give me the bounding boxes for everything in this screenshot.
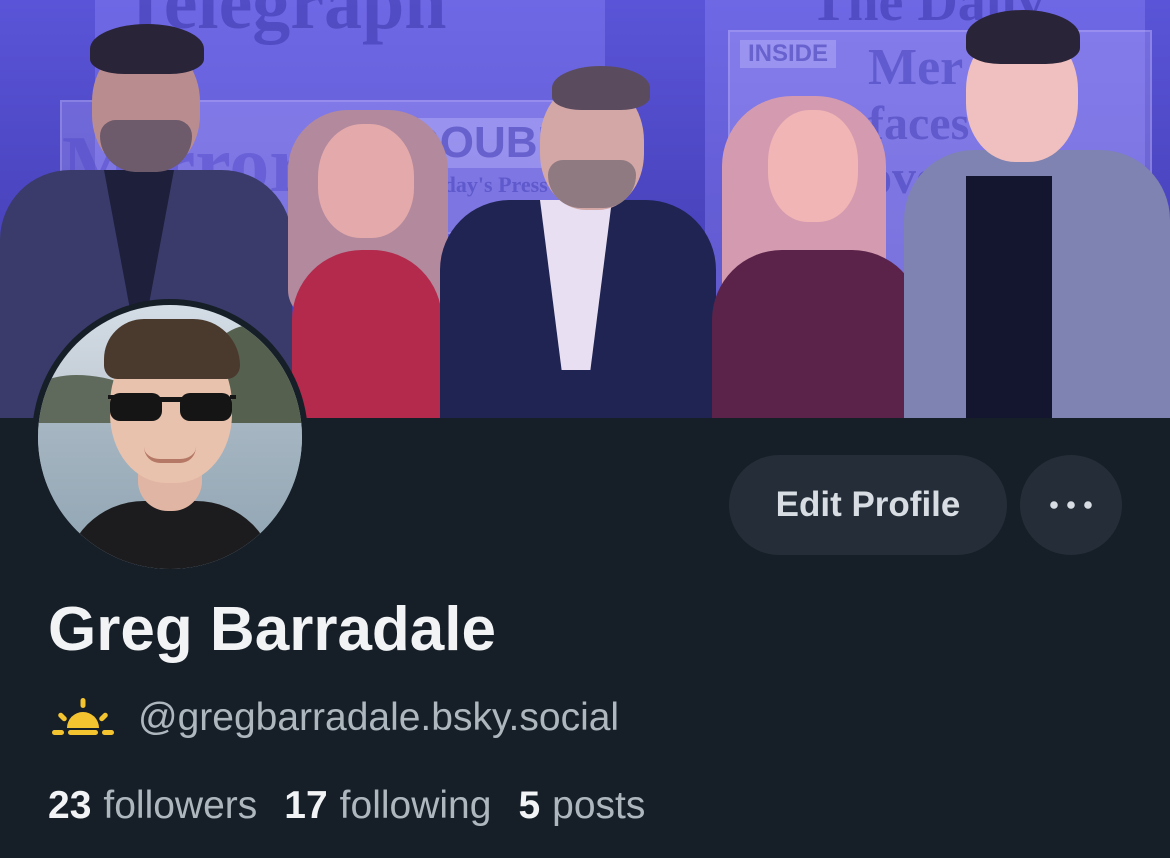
profile-handle: @gregbarradale.bsky.social <box>138 696 620 739</box>
followers-label: followers <box>103 784 258 827</box>
following-count: 17 <box>284 784 328 827</box>
following-stat[interactable]: 17 following <box>284 784 491 828</box>
more-horizontal-icon <box>1050 501 1092 509</box>
posts-label: posts <box>552 784 646 827</box>
sunglasses-icon <box>108 393 236 421</box>
followers-count: 23 <box>48 784 92 827</box>
profile-avatar[interactable] <box>32 299 308 575</box>
more-options-button[interactable] <box>1020 455 1122 555</box>
followers-stat[interactable]: 23 followers <box>48 784 257 828</box>
banner-headline-faces: faces <box>868 97 970 150</box>
sunrise-icon <box>52 698 114 735</box>
profile-stats: 23 followers 17 following 5 posts <box>48 780 672 832</box>
profile-display-name: Greg Barradale <box>48 595 496 664</box>
following-label: following <box>339 784 492 827</box>
banner-headline-inside: INSIDE <box>740 40 837 68</box>
edit-profile-button[interactable]: Edit Profile <box>729 455 1007 555</box>
avatar-photo <box>38 305 302 569</box>
posts-stat: 5 posts <box>518 784 645 828</box>
banner-headline-mer: Mer <box>868 39 964 96</box>
posts-count: 5 <box>518 784 541 827</box>
profile-handle-row: @gregbarradale.bsky.social <box>50 694 619 742</box>
